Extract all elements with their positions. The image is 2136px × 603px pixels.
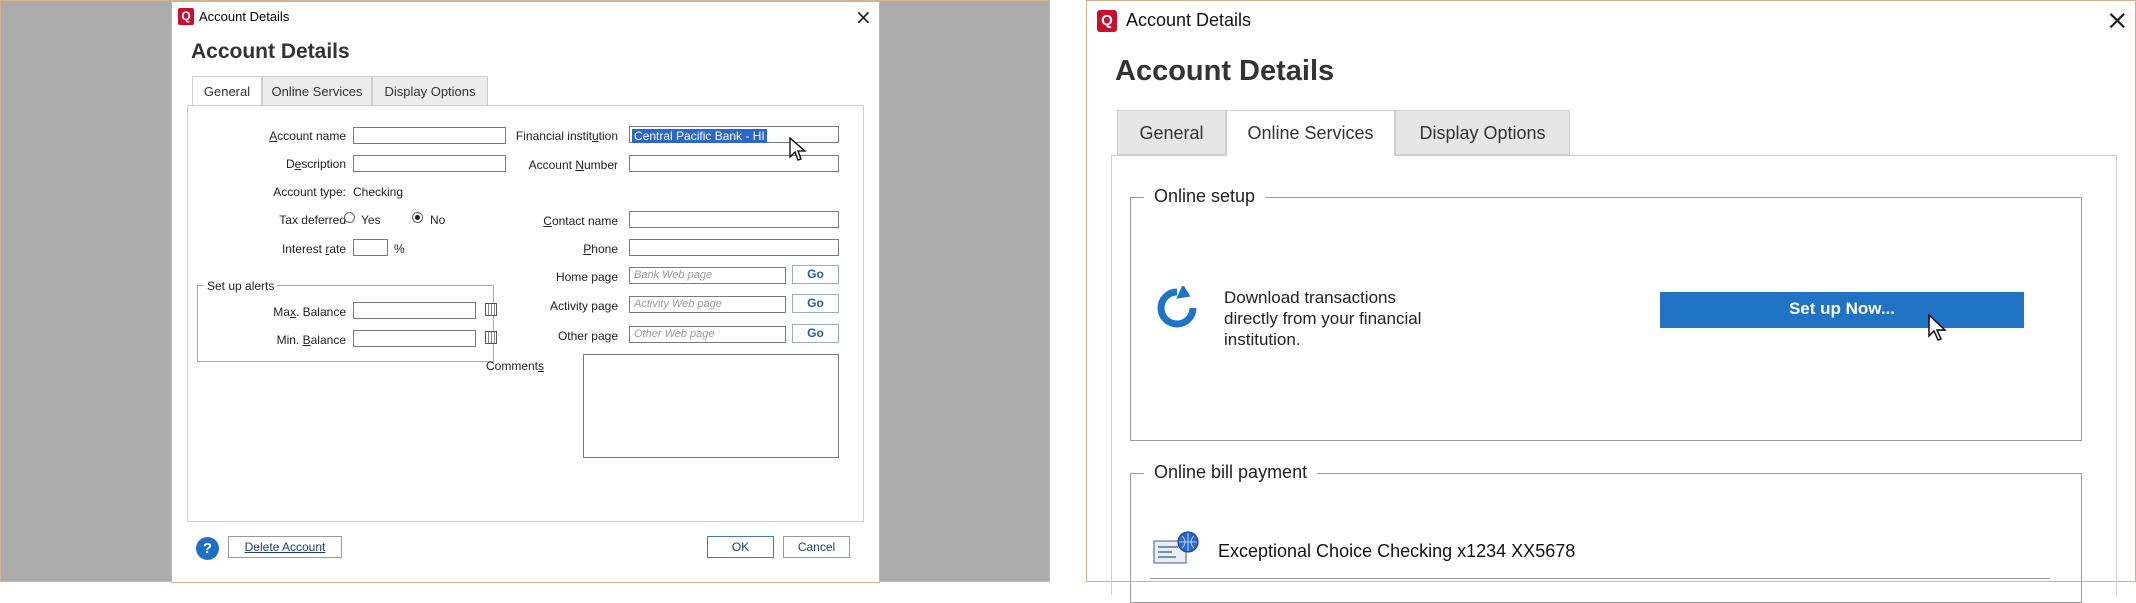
- phone-field[interactable]: [629, 239, 839, 256]
- online-setup-description: Download transactions directly from your…: [1224, 288, 1422, 349]
- online-bill-payment-group: [1130, 473, 2082, 603]
- home-page-field[interactable]: Bank Web page: [629, 267, 786, 284]
- tax-deferred-yes-radio[interactable]: [344, 212, 355, 223]
- quicken-app-icon: Q: [178, 8, 194, 25]
- financial-institution-value: Central Pacific Bank - HI: [632, 129, 767, 143]
- interest-rate-field[interactable]: [353, 239, 388, 256]
- home-page-label: Home page: [555, 270, 618, 284]
- other-page-go-button[interactable]: Go: [792, 324, 839, 343]
- cancel-button[interactable]: Cancel: [783, 536, 850, 558]
- online-setup-legend: Online setup: [1144, 186, 1266, 207]
- refresh-icon: [1157, 286, 1197, 328]
- table-header-edge: [1150, 578, 2050, 583]
- account-type-value: Checking: [353, 185, 404, 199]
- tab-display-options[interactable]: Display Options: [1395, 110, 1570, 155]
- close-icon[interactable]: ×: [855, 5, 872, 29]
- account-details-dialog-general: Q Account Details × Account Details Gene…: [171, 1, 880, 583]
- tab-display-options[interactable]: Display Options: [372, 76, 488, 106]
- comments-label: Comments: [485, 359, 544, 373]
- comments-textarea[interactable]: [583, 354, 839, 458]
- bill-payment-icon: [1153, 531, 1199, 564]
- mouse-cursor-icon: [1928, 314, 1947, 341]
- description-label: Description: [285, 157, 346, 171]
- account-number-field[interactable]: [629, 155, 839, 172]
- active-tab-join: [1227, 154, 1394, 157]
- home-page-go-button[interactable]: Go: [792, 265, 839, 284]
- account-number-label: Account Number: [528, 158, 618, 172]
- percent-label: %: [394, 242, 405, 256]
- delete-account-button[interactable]: Delete Account: [228, 536, 342, 558]
- interest-rate-label: Interest rate: [281, 242, 346, 256]
- no-label: No: [430, 213, 446, 227]
- financial-institution-label: Financial institution: [515, 129, 618, 143]
- account-details-dialog-online-services: Q Account Details × Account Details Gene…: [1086, 0, 2136, 603]
- activity-page-go-button[interactable]: Go: [792, 294, 839, 313]
- phone-label: Phone: [583, 242, 618, 256]
- bill-payment-account: Exceptional Choice Checking x1234 XX5678: [1218, 541, 1576, 561]
- mouse-cursor-icon: [789, 137, 807, 161]
- tax-deferred-label: Tax deferred: [279, 213, 346, 227]
- min-balance-label: Min. Balance: [276, 333, 346, 347]
- tax-deferred-no-radio[interactable]: [412, 212, 423, 223]
- other-page-field[interactable]: Other Web page: [629, 326, 786, 343]
- other-page-label: Other page: [557, 329, 618, 343]
- window-title: Account Details: [1126, 10, 1252, 30]
- tab-online-services[interactable]: Online Services: [1226, 110, 1395, 156]
- activity-page-field[interactable]: Activity Web page: [629, 296, 786, 313]
- quicken-app-icon: Q: [1097, 10, 1117, 32]
- account-type-label: Account type:: [273, 185, 346, 199]
- min-balance-field[interactable]: [353, 330, 476, 347]
- window-title: Account Details: [199, 9, 290, 24]
- activity-page-label: Activity page: [549, 299, 618, 313]
- ok-button[interactable]: OK: [707, 536, 774, 558]
- close-icon[interactable]: ×: [2106, 5, 2129, 36]
- contact-name-label: Contact name: [543, 214, 618, 228]
- left-screenshot: Q Account Details × Account Details Gene…: [0, 0, 1050, 583]
- page-title: Account Details: [1115, 55, 1335, 87]
- set-up-alerts-group: [197, 285, 494, 362]
- set-up-now-button[interactable]: Set up Now...: [1660, 292, 2024, 328]
- tab-general[interactable]: General: [192, 76, 262, 106]
- contact-name-field[interactable]: [629, 211, 839, 228]
- yes-label: Yes: [361, 213, 381, 227]
- help-icon[interactable]: ?: [196, 537, 219, 560]
- page-title: Account Details: [191, 40, 350, 63]
- max-balance-label: Max. Balance: [273, 305, 346, 319]
- max-balance-field[interactable]: [353, 302, 476, 319]
- account-name-label: Account name: [269, 129, 346, 143]
- tab-online-services[interactable]: Online Services: [262, 76, 372, 106]
- online-bill-payment-legend: Online bill payment: [1144, 462, 1318, 483]
- set-up-alerts-legend: Set up alerts: [204, 279, 278, 293]
- tab-general[interactable]: General: [1117, 110, 1226, 155]
- financial-institution-field[interactable]: Central Pacific Bank - HI: [629, 126, 839, 143]
